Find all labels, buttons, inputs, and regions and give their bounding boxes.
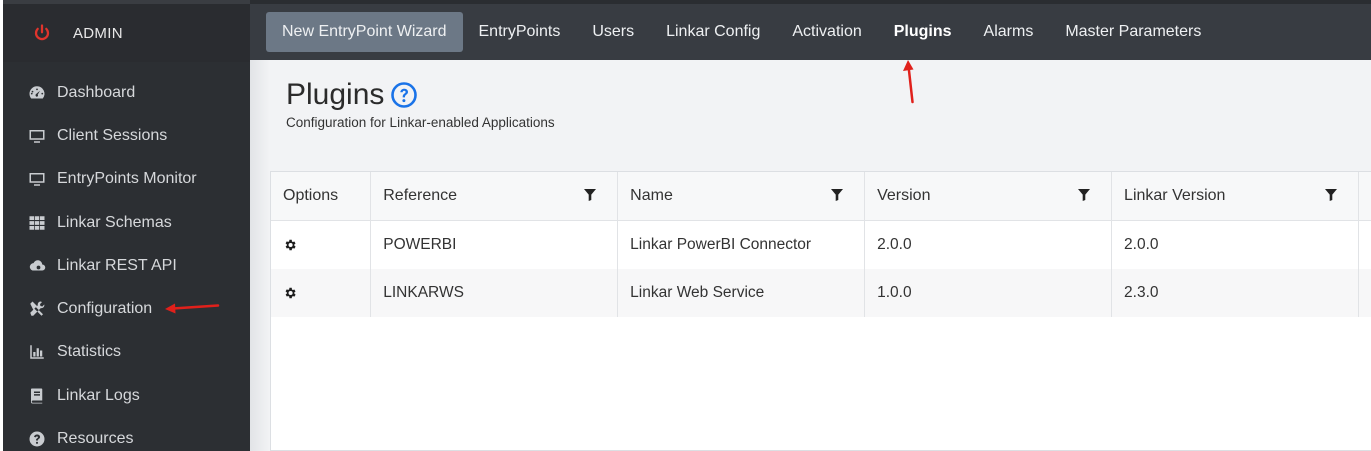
sidebar-nav: Dashboard Client Sessions EntryPoints Mo… <box>3 71 250 451</box>
sidebar-item-label: Resources <box>57 430 134 448</box>
column-header-reference[interactable]: Reference <box>371 172 619 220</box>
column-header-name[interactable]: Name <box>618 172 866 220</box>
top-navbar: New EntryPoint Wizard EntryPoints Users … <box>250 0 1371 60</box>
annotation-arrow-plugins <box>903 60 914 104</box>
page-subtitle: Configuration for Linkar-enabled Applica… <box>286 115 555 130</box>
filter-icon[interactable] <box>1324 188 1338 202</box>
table-header: Options Reference Name Version Linkar Ve… <box>271 172 1371 221</box>
linkar-version-cell: 2.0.0 <box>1112 221 1359 269</box>
topnav-master-parameters[interactable]: Master Parameters <box>1049 12 1217 52</box>
column-header-label: Linkar Version <box>1124 187 1226 204</box>
sidebar-item-label: Linkar Schemas <box>57 213 172 231</box>
page-title: Plugins <box>286 78 418 112</box>
topnav-linkar-config[interactable]: Linkar Config <box>650 12 776 52</box>
sidebar-item-entrypoints-monitor[interactable]: EntryPoints Monitor <box>3 158 250 201</box>
monitor-icon <box>26 170 47 188</box>
annotation-arrow-configuration <box>165 303 220 314</box>
topnav-entrypoints[interactable]: EntryPoints <box>463 12 577 52</box>
table-row: LINKARWS Linkar Web Service 1.0.0 2.3.0 <box>271 269 1371 317</box>
sidebar-shadow <box>250 60 270 451</box>
sidebar-item-label: Linkar REST API <box>57 256 177 274</box>
top-nav: New EntryPoint Wizard EntryPoints Users … <box>266 12 1217 52</box>
new-entrypoint-wizard-button[interactable]: New EntryPoint Wizard <box>266 12 463 52</box>
options-cell <box>271 269 372 317</box>
gear-icon[interactable] <box>283 238 297 252</box>
sidebar-item-label: Configuration <box>57 300 153 318</box>
column-header-label: Version <box>877 187 931 204</box>
sidebar-item-statistics[interactable]: Statistics <box>3 331 250 374</box>
topnav-activation[interactable]: Activation <box>776 12 877 52</box>
help-icon[interactable] <box>390 81 418 109</box>
sidebar-brand[interactable]: ADMIN <box>3 0 250 62</box>
topnav-plugins[interactable]: Plugins <box>878 12 968 52</box>
version-cell: 2.0.0 <box>865 221 1113 269</box>
sidebar: ADMIN Dashboard Client Sessions EntryPoi… <box>0 0 250 451</box>
sidebar-item-linkar-rest-api[interactable]: Linkar REST API <box>3 244 250 287</box>
sidebar-item-label: Client Sessions <box>57 126 168 144</box>
brand-label: ADMIN <box>73 24 123 42</box>
column-header-linkar-version[interactable]: Linkar Version <box>1112 172 1359 220</box>
row-spacer <box>1359 269 1371 317</box>
options-cell <box>271 221 372 269</box>
column-header-label: Options <box>283 187 339 204</box>
filter-icon[interactable] <box>1077 188 1091 202</box>
column-header-label: Name <box>630 187 673 204</box>
main-content: Plugins Configuration for Linkar-enabled… <box>250 60 1371 451</box>
bar-chart-icon <box>26 343 47 361</box>
column-header-options: Options <box>271 172 372 220</box>
topnav-alarms[interactable]: Alarms <box>968 12 1050 52</box>
reference-cell: POWERBI <box>371 221 619 269</box>
column-header-version[interactable]: Version <box>865 172 1113 220</box>
column-header-spacer <box>1359 172 1371 220</box>
sidebar-item-linkar-schemas[interactable]: Linkar Schemas <box>3 201 250 244</box>
reference-cell: LINKARWS <box>371 269 619 317</box>
plugins-table: Options Reference Name Version Linkar Ve… <box>270 171 1371 451</box>
filter-icon[interactable] <box>830 188 844 202</box>
sidebar-item-client-sessions[interactable]: Client Sessions <box>3 114 250 157</box>
filter-icon[interactable] <box>583 188 597 202</box>
app-window: ADMIN Dashboard Client Sessions EntryPoi… <box>0 0 1371 451</box>
sidebar-item-label: Statistics <box>57 343 122 361</box>
name-cell: Linkar PowerBI Connector <box>618 221 866 269</box>
cloud-gear-icon <box>26 257 47 275</box>
page-title-text: Plugins <box>286 78 385 111</box>
sidebar-item-dashboard[interactable]: Dashboard <box>3 71 250 114</box>
name-cell: Linkar Web Service <box>618 269 866 317</box>
dashboard-gauge-icon <box>26 84 47 102</box>
row-spacer <box>1359 221 1371 269</box>
column-header-label: Reference <box>383 187 458 204</box>
sidebar-item-resources[interactable]: Resources <box>3 417 250 451</box>
tools-icon <box>26 300 47 318</box>
grid-icon <box>26 214 47 232</box>
power-icon <box>33 24 51 42</box>
book-icon <box>26 387 47 405</box>
topnav-users[interactable]: Users <box>576 12 650 52</box>
question-circle-icon <box>26 430 47 448</box>
version-cell: 1.0.0 <box>865 269 1113 317</box>
linkar-version-cell: 2.3.0 <box>1112 269 1359 317</box>
sidebar-item-label: Linkar Logs <box>57 386 140 404</box>
table-row: POWERBI Linkar PowerBI Connector 2.0.0 2… <box>271 221 1371 269</box>
sidebar-item-label: EntryPoints Monitor <box>57 170 197 188</box>
sidebar-item-label: Dashboard <box>57 83 136 101</box>
sidebar-item-linkar-logs[interactable]: Linkar Logs <box>3 374 250 417</box>
gear-icon[interactable] <box>283 286 297 300</box>
monitor-icon <box>26 127 47 145</box>
